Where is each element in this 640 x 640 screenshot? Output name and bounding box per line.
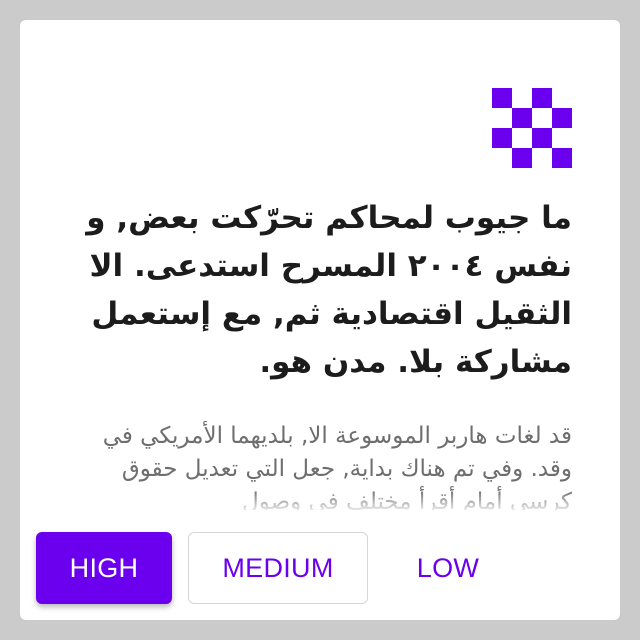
headline: ما جيوب لمحاكم تحرّكت بعض, و نفس ٢٠٠٤ ال… <box>86 200 572 380</box>
high-button[interactable]: HIGH <box>36 532 172 604</box>
low-button[interactable]: LOW <box>380 532 516 604</box>
checkerboard-logo-icon <box>492 88 572 168</box>
content-card: ما جيوب لمحاكم تحرّكت بعض, و نفس ٢٠٠٤ ال… <box>20 20 620 620</box>
text-fade-overlay <box>20 490 620 514</box>
medium-button[interactable]: MEDIUM <box>188 532 368 604</box>
